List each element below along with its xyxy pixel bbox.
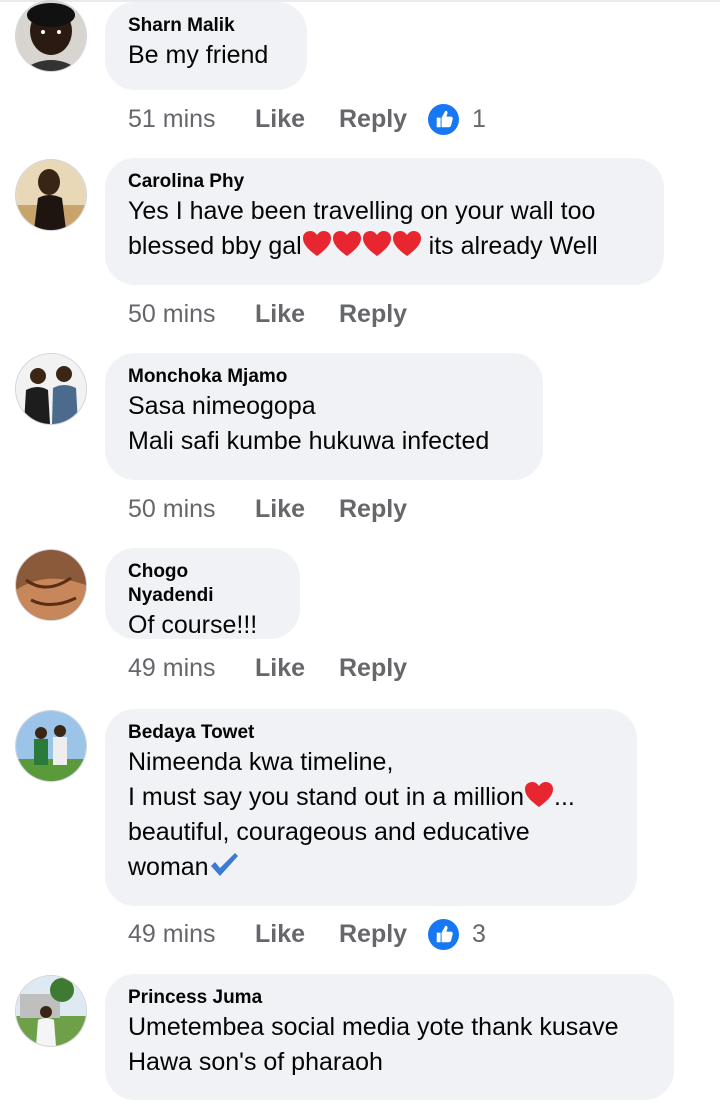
avatar[interactable] <box>16 160 86 230</box>
comment-author[interactable]: Bedaya Towet <box>128 721 614 745</box>
thumbs-up-icon[interactable] <box>428 104 459 135</box>
reply-button[interactable]: Reply <box>339 99 407 139</box>
comment-text: Of course!!! <box>128 611 258 639</box>
comment-time[interactable]: 49 mins <box>128 648 216 688</box>
check-mark-icon <box>209 853 239 881</box>
comment-text-fragment: ... <box>554 783 575 811</box>
comment-text-line: Hawa son's of pharaoh <box>128 1048 383 1076</box>
avatar[interactable] <box>16 711 86 781</box>
reply-button[interactable]: Reply <box>339 294 407 334</box>
comment-text-fragment: I must say you stand out in a million <box>128 783 525 811</box>
like-button[interactable]: Like <box>255 489 305 529</box>
comment-author[interactable]: Monchoka Mjamo <box>128 365 520 389</box>
comment-text-line: Umetembea social media yote thank kusave <box>128 1013 619 1041</box>
reaction-count[interactable]: 1 <box>472 99 486 139</box>
avatar[interactable] <box>16 550 86 620</box>
reaction-count[interactable]: 3 <box>472 914 486 954</box>
comment-bubble[interactable]: Princess Juma Umetembea social media yot… <box>105 974 674 1100</box>
comment-text-line: Sasa nimeogopa <box>128 392 316 420</box>
comment-text-fragment: its already Well <box>421 232 598 260</box>
reply-button[interactable]: Reply <box>339 489 407 529</box>
comment-bubble[interactable]: Chogo Nyadendi Of course!!! <box>105 548 300 639</box>
comment-actions: 51 mins Like Reply 1 <box>128 99 528 139</box>
like-button[interactable]: Like <box>255 914 305 954</box>
reply-button[interactable]: Reply <box>339 914 407 954</box>
comment-actions: 49 mins Like Reply 3 <box>128 914 528 954</box>
avatar[interactable] <box>16 976 86 1046</box>
comment-time[interactable]: 51 mins <box>128 99 216 139</box>
comment-text-line: Mali safi kumbe hukuwa infected <box>128 427 490 455</box>
comment-text-fragment: woman <box>128 853 209 881</box>
comment-text: Be my friend <box>128 41 269 69</box>
comment-author[interactable]: Sharn Malik <box>128 14 284 38</box>
comment-actions: 50 mins Like Reply <box>128 489 528 529</box>
comment-text-line: Yes I have been travelling on your wall … <box>128 197 596 225</box>
comment-actions: 50 mins Like Reply <box>128 294 528 334</box>
comment-actions: 49 mins Like Reply <box>128 648 528 688</box>
like-button[interactable]: Like <box>255 648 305 688</box>
comment-bubble[interactable]: Bedaya Towet Nimeenda kwa timeline, I mu… <box>105 709 637 906</box>
comment-text-line: I must say you stand out in a million... <box>128 780 614 815</box>
comment-bubble[interactable]: Carolina Phy Yes I have been travelling … <box>105 158 664 285</box>
avatar[interactable] <box>16 1 86 71</box>
comment-text-line: woman <box>128 850 614 885</box>
top-divider <box>0 0 720 2</box>
comment-time[interactable]: 49 mins <box>128 914 216 954</box>
comment-author[interactable]: Princess Juma <box>128 986 651 1010</box>
reply-button[interactable]: Reply <box>339 648 407 688</box>
thumbs-up-icon[interactable] <box>428 919 459 950</box>
comment-time[interactable]: 50 mins <box>128 294 216 334</box>
avatar[interactable] <box>16 354 86 424</box>
comment-bubble[interactable]: Sharn Malik Be my friend <box>105 2 307 90</box>
like-button[interactable]: Like <box>255 99 305 139</box>
comment-text-line: beautiful, courageous and educative <box>128 818 530 846</box>
red-heart-emoji-icon <box>302 231 422 260</box>
comment-author[interactable]: Carolina Phy <box>128 170 641 194</box>
comment-bubble[interactable]: Monchoka Mjamo Sasa nimeogopa Mali safi … <box>105 353 543 480</box>
comment-text-fragment: blessed bby gal <box>128 232 302 260</box>
comment-time[interactable]: 50 mins <box>128 489 216 529</box>
comment-text-line: Nimeenda kwa timeline, <box>128 748 394 776</box>
comment-text-line: blessed bby gal its already Well <box>128 229 641 264</box>
comment-author[interactable]: Chogo Nyadendi <box>128 560 277 608</box>
red-heart-emoji-icon <box>524 782 554 811</box>
like-button[interactable]: Like <box>255 294 305 334</box>
